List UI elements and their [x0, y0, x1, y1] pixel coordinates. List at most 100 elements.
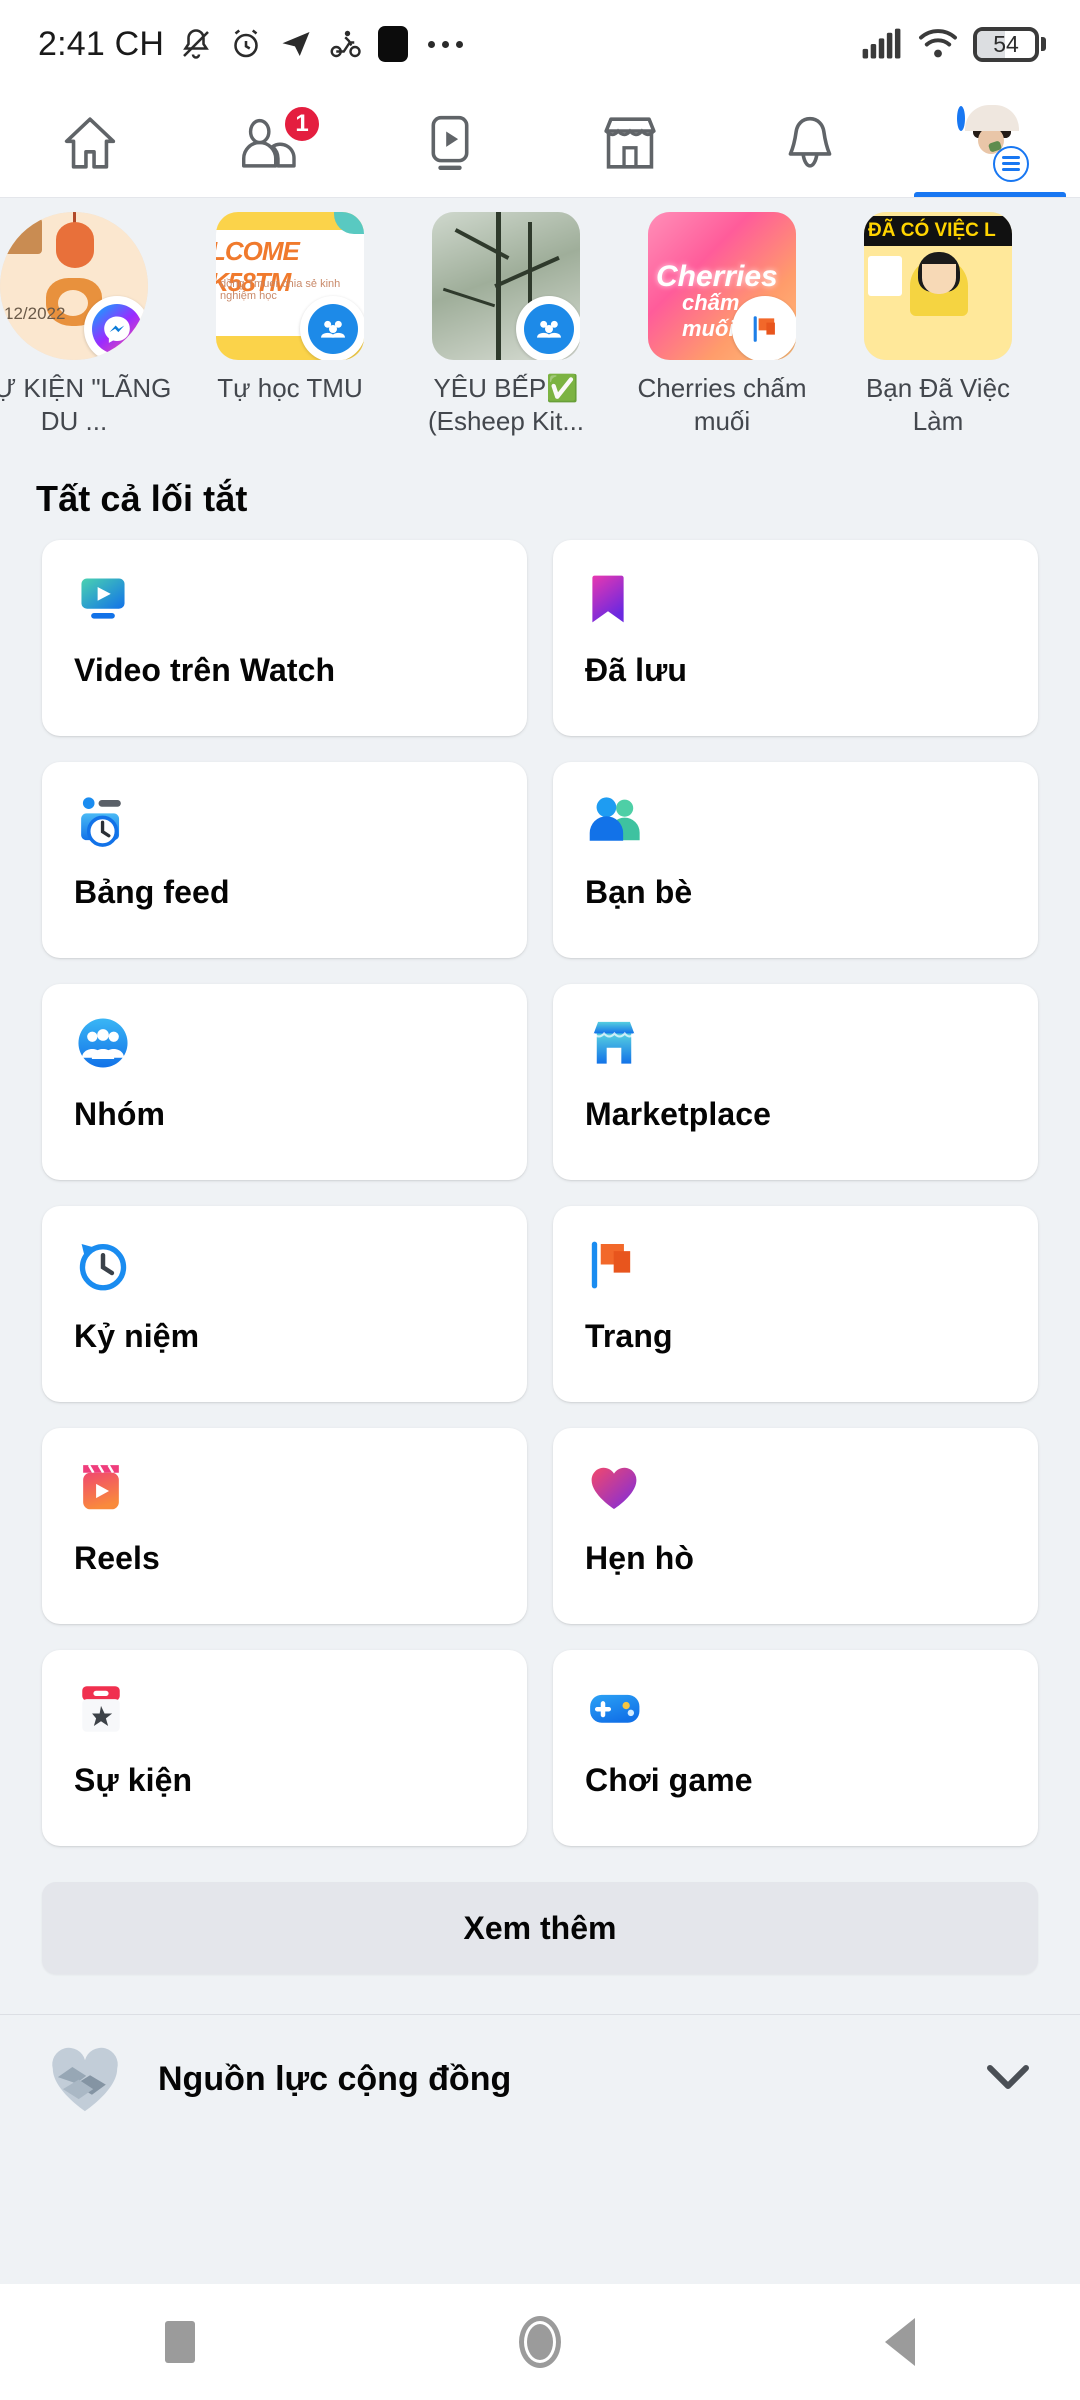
- shortcut-card-friends[interactable]: Bạn bè: [553, 762, 1038, 958]
- shortcut-card-pages[interactable]: Trang: [553, 1206, 1038, 1402]
- winter-tree-thumb: [432, 212, 580, 360]
- shortcut-card-label: Trang: [585, 1318, 673, 1354]
- thumb-date-text: 12/2022: [4, 304, 66, 323]
- shortcut-card-label: Bạn bè: [585, 874, 693, 910]
- nav-tab-marketplace[interactable]: [540, 88, 720, 197]
- bell-icon: [779, 112, 841, 174]
- square-icon: [165, 2321, 196, 2363]
- main-content: Tất cả lối tắt Video trên Watch Đã lưu B…: [0, 450, 1080, 2143]
- friends-icon: [585, 790, 1010, 852]
- shortcut-card-label: Hẹn hò: [585, 1540, 695, 1576]
- chevron-down-icon[interactable]: [986, 2062, 1030, 2097]
- nav-tab-friends[interactable]: 1: [180, 88, 360, 197]
- page-flag-icon: [732, 296, 796, 360]
- group-icon: [300, 296, 364, 360]
- shortcut-strip-item[interactable]: Cherries chấm muối Cherries chấm muối: [614, 212, 830, 444]
- wifi-icon: [919, 29, 957, 58]
- watch-video-icon: [419, 112, 481, 174]
- shortcut-card-reels[interactable]: Reels: [42, 1428, 527, 1624]
- status-bar-left: 2:41 CH: [38, 24, 464, 64]
- shortcut-card-watch[interactable]: Video trên Watch: [42, 540, 527, 736]
- shortcut-card-label: Đã lưu: [585, 652, 688, 688]
- job-thumb: ĐÃ CÓ VIỆC L: [864, 212, 1012, 360]
- welcome-k58tm-thumb: LCOME K58TM dồng Tmuer chia sẻ kinh nghi…: [216, 212, 364, 360]
- recents-button[interactable]: [0, 2321, 360, 2363]
- shortcut-strip-item[interactable]: YÊU BẾP✅ (Esheep Kit...: [398, 212, 614, 444]
- shortcut-card-events[interactable]: Sự kiện: [42, 1650, 527, 1846]
- shortcut-card-feeds[interactable]: Bảng feed: [42, 762, 527, 958]
- circle-icon: [518, 2316, 561, 2368]
- top-navigation-bar: 1: [0, 88, 1080, 198]
- nav-tab-menu[interactable]: [900, 88, 1080, 197]
- shortcut-strip[interactable]: 12/2022 SỰ KIỆN "LÃNG DU ... LCOME K58TM…: [0, 198, 1080, 450]
- bell-off-icon: [183, 29, 210, 59]
- home-button[interactable]: [360, 2316, 720, 2368]
- friends-icon: 1: [238, 103, 322, 174]
- shortcut-card-label: Marketplace: [585, 1096, 772, 1132]
- telegram-icon: [282, 32, 310, 56]
- nav-tab-watch[interactable]: [360, 88, 540, 197]
- shortcut-card-marketplace[interactable]: Marketplace: [553, 984, 1038, 1180]
- shortcut-strip-item[interactable]: ĐÃ CÓ VIỆC L Bạn Đã Việc Làm: [830, 212, 1046, 444]
- shortcut-card-gaming[interactable]: Chơi game: [553, 1650, 1038, 1846]
- watch-icon: [74, 568, 499, 630]
- friends-badge: 1: [282, 103, 322, 144]
- tet-tiger-thumb: 12/2022: [0, 212, 148, 360]
- status-bar-clock: 2:41 CH: [38, 24, 165, 63]
- shortcut-card-label: Nhóm: [74, 1096, 166, 1132]
- motorbike-icon: [330, 30, 361, 58]
- app-icon: [378, 26, 409, 62]
- battery-percent: 54: [993, 30, 1019, 57]
- shortcut-card-memories[interactable]: Kỷ niệm: [42, 1206, 527, 1402]
- shortcut-card-label: Sự kiện: [74, 1762, 193, 1798]
- community-resources-row[interactable]: Nguồn lực cộng đồng: [0, 2015, 1080, 2143]
- back-button[interactable]: [720, 2318, 1080, 2366]
- shortcut-card-groups[interactable]: Nhóm: [42, 984, 527, 1180]
- handshake-heart-icon: [44, 2041, 126, 2117]
- triangle-back-icon: [884, 2318, 915, 2366]
- marketplace-icon: [599, 112, 661, 174]
- battery-icon: 54: [973, 26, 1046, 62]
- hamburger-menu-icon: [993, 145, 1029, 182]
- shortcut-strip-label: Cherries chấm muối: [637, 373, 807, 436]
- gaming-controller-icon: [585, 1678, 1010, 1740]
- page-title: Tất cả lối tắt: [36, 478, 248, 519]
- thumb-title-text: Cherries: [656, 260, 778, 293]
- messenger-icon: [84, 296, 148, 360]
- nav-tab-home[interactable]: [0, 88, 180, 197]
- signal-icon: [862, 28, 901, 59]
- more-dots-icon: [428, 40, 464, 48]
- shortcut-strip-label: SỰ KIỆN "LÃNG DU ...: [0, 373, 172, 436]
- shortcut-strip-item[interactable]: 12/2022 SỰ KIỆN "LÃNG DU ...: [0, 212, 182, 444]
- avatar: [957, 104, 1019, 154]
- events-calendar-icon: [74, 1678, 499, 1740]
- shortcut-card-dating[interactable]: Hẹn hò: [553, 1428, 1038, 1624]
- status-bar: 2:41 CH 54: [0, 0, 1080, 88]
- android-navigation-bar: [0, 2284, 1080, 2400]
- dating-heart-icon: [585, 1456, 1010, 1518]
- shortcut-strip-item[interactable]: LCOME K58TM dồng Tmuer chia sẻ kinh nghi…: [182, 212, 398, 444]
- community-resources-label: Nguồn lực cộng đồng: [158, 2059, 512, 2098]
- shortcut-card-label: Video trên Watch: [74, 652, 336, 688]
- shortcut-card-saved[interactable]: Đã lưu: [553, 540, 1038, 736]
- nav-tab-notifications[interactable]: [720, 88, 900, 197]
- shortcuts-grid: Video trên Watch Đã lưu Bảng feed Bạn bè…: [0, 530, 1080, 1846]
- groups-icon: [74, 1012, 499, 1074]
- shortcut-card-label: Kỷ niệm: [74, 1318, 200, 1354]
- see-more-button[interactable]: Xem thêm: [42, 1882, 1038, 1974]
- bookmark-icon: [585, 568, 1010, 630]
- active-tab-indicator: [914, 192, 1066, 197]
- status-bar-right: 54: [861, 26, 1046, 62]
- thumb-title-text: ĐÃ CÓ VIỆC L: [864, 216, 1012, 246]
- feeds-icon: [74, 790, 499, 852]
- home-icon: [59, 112, 121, 174]
- marketplace-icon: [585, 1012, 1010, 1074]
- shortcut-strip-label: YÊU BẾP✅ (Esheep Kit...: [427, 373, 585, 436]
- group-icon: [516, 296, 580, 360]
- cherries-thumb: Cherries chấm muối: [648, 212, 796, 360]
- pages-flag-icon: [585, 1234, 1010, 1296]
- alarm-icon: [234, 29, 258, 58]
- shortcut-strip-label: Bạn Đã Việc Làm: [865, 373, 1011, 436]
- shortcut-strip-label: Tự học TMU: [217, 373, 363, 403]
- memories-clock-icon: [74, 1234, 499, 1296]
